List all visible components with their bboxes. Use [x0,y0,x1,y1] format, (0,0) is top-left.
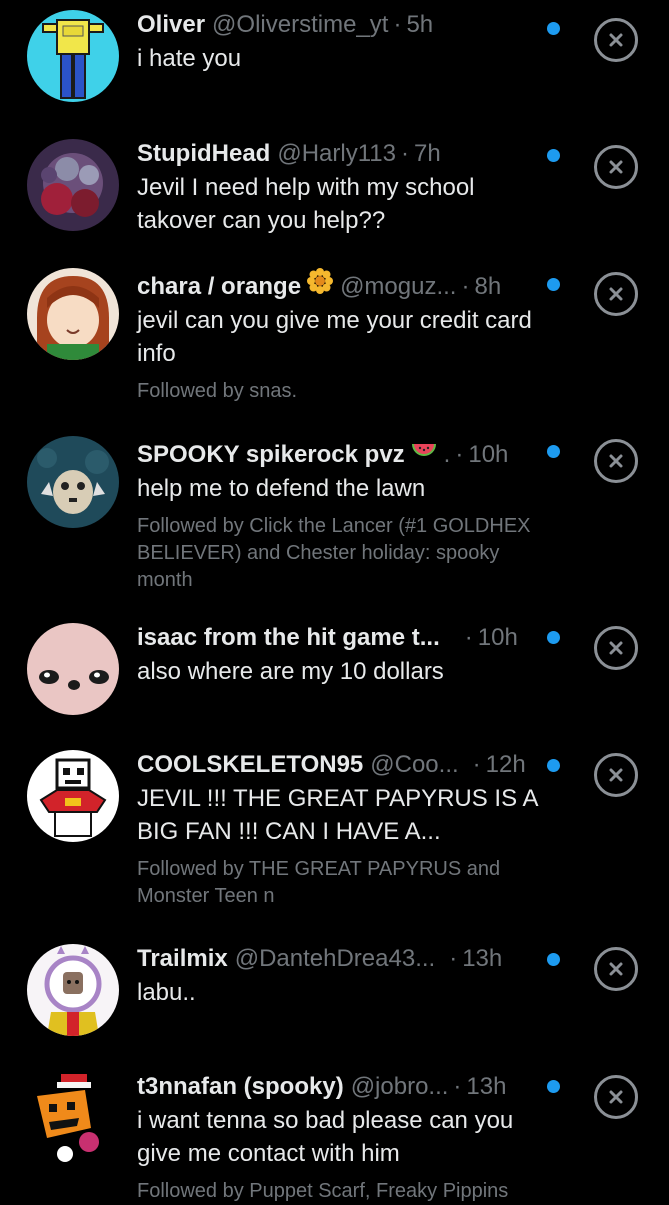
message-preview: i hate you [137,45,242,72]
timestamp: 12h [485,751,526,778]
separator-dot: · [472,751,481,778]
timestamp: 5h [406,11,434,38]
unread-dot-icon [547,953,560,966]
separator-dot: · [455,441,464,468]
avatar[interactable] [27,268,119,360]
unread-dot-icon [547,22,560,35]
followed-by-text: Followed by THE GREAT PAPYRUS and Monste… [137,858,501,907]
notification-header: Trailmix @DantehDrea43... · 13h [137,944,547,974]
separator-dot: · [464,624,473,651]
close-icon [609,1090,623,1104]
dismiss-button[interactable] [594,753,638,797]
dismiss-button[interactable] [594,145,638,189]
dismiss-button[interactable] [594,626,638,670]
display-name[interactable]: chara / orange [137,272,301,302]
timestamp: 10h [477,624,518,651]
notification-header: isaac from the hit game t... · 10h [137,623,547,653]
separator-dot: · [461,273,470,300]
separator-dot: · [449,945,458,972]
avatar[interactable] [27,139,119,231]
close-icon [609,454,623,468]
notification-header: Oliver @Oliverstime_yt · 5h [137,10,547,40]
followed-by-text: Followed by snas. [137,380,298,402]
notification-header: SPOOKY spikerock pvz . · 10h [137,436,547,470]
timestamp: 7h [413,140,441,167]
unread-dot-icon [547,759,560,772]
unread-dot-icon [547,278,560,291]
followed-by-text: Followed by Click the Lancer (#1 GOLDHEX… [137,515,531,591]
close-icon [609,641,623,655]
dismiss-button[interactable] [594,18,638,62]
timestamp: 10h [468,441,509,468]
display-name[interactable]: SPOOKY spikerock pvz [137,440,405,470]
notification-header: chara / orange @moguz... · 8h [137,268,547,302]
display-name[interactable]: COOLSKELETON95 [137,750,363,780]
avatar[interactable] [27,436,119,528]
unread-dot-icon [547,445,560,458]
timestamp: 13h [462,945,503,972]
close-icon [609,768,623,782]
dismiss-button[interactable] [594,947,638,991]
message-requests-list: Oliver @Oliverstime_yt · 5h i hate you S… [0,0,669,1202]
display-name[interactable]: Trailmix [137,944,228,974]
message-preview: JEVIL !!! THE GREAT PAPYRUS IS A BIG FAN… [137,785,538,845]
message-preview: i want tenna so bad please can you give … [137,1107,514,1167]
dismiss-button[interactable] [594,272,638,316]
avatar[interactable] [27,750,119,842]
followed-by-text: Followed by Puppet Scarf, Freaky Pippins [137,1180,509,1202]
avatar[interactable] [27,623,119,715]
user-handle[interactable]: @Harly113 [277,139,396,169]
timestamp: 8h [474,273,502,300]
sunflower-emoji-icon [307,268,334,294]
display-name[interactable]: t3nnafan (spooky) [137,1072,344,1102]
user-handle[interactable]: . [444,440,451,470]
separator-dot: · [393,11,402,38]
unread-dot-icon [547,631,560,644]
avatar[interactable] [27,944,119,1036]
timestamp: 13h [466,1073,507,1100]
message-preview: Jevil I need help with my school takover… [137,174,475,234]
dismiss-button[interactable] [594,1075,638,1119]
user-handle[interactable]: @moguz... [340,272,456,302]
watermelon-emoji-icon [411,444,436,456]
close-icon [609,160,623,174]
user-handle[interactable]: @Oliverstime_yt [212,10,388,40]
close-icon [609,33,623,47]
separator-dot: · [453,1073,462,1100]
display-name[interactable]: StupidHead [137,139,270,169]
display-name[interactable]: Oliver [137,10,205,40]
user-handle[interactable]: @Coo... [370,750,458,780]
message-preview: help me to defend the lawn [137,475,426,502]
avatar[interactable] [27,10,119,102]
dismiss-button[interactable] [594,439,638,483]
unread-dot-icon [547,149,560,162]
message-preview: labu.. [137,979,196,1006]
message-preview: also where are my 10 dollars [137,658,444,685]
close-icon [609,287,623,301]
user-handle[interactable]: @DantehDrea43... [235,944,435,974]
display-name[interactable]: isaac from the hit game t... [137,623,440,653]
notification-header: StupidHead @Harly113 · 7h [137,139,547,169]
close-icon [609,962,623,976]
notification-header: t3nnafan (spooky) @jobro... · 13h [137,1072,547,1102]
user-handle[interactable]: @jobro... [351,1072,449,1102]
notification-header: COOLSKELETON95 @Coo... · 12h [137,750,547,780]
separator-dot: · [400,140,409,167]
unread-dot-icon [547,1080,560,1093]
message-preview: jevil can you give me your credit card i… [137,307,532,367]
avatar[interactable] [27,1072,119,1164]
